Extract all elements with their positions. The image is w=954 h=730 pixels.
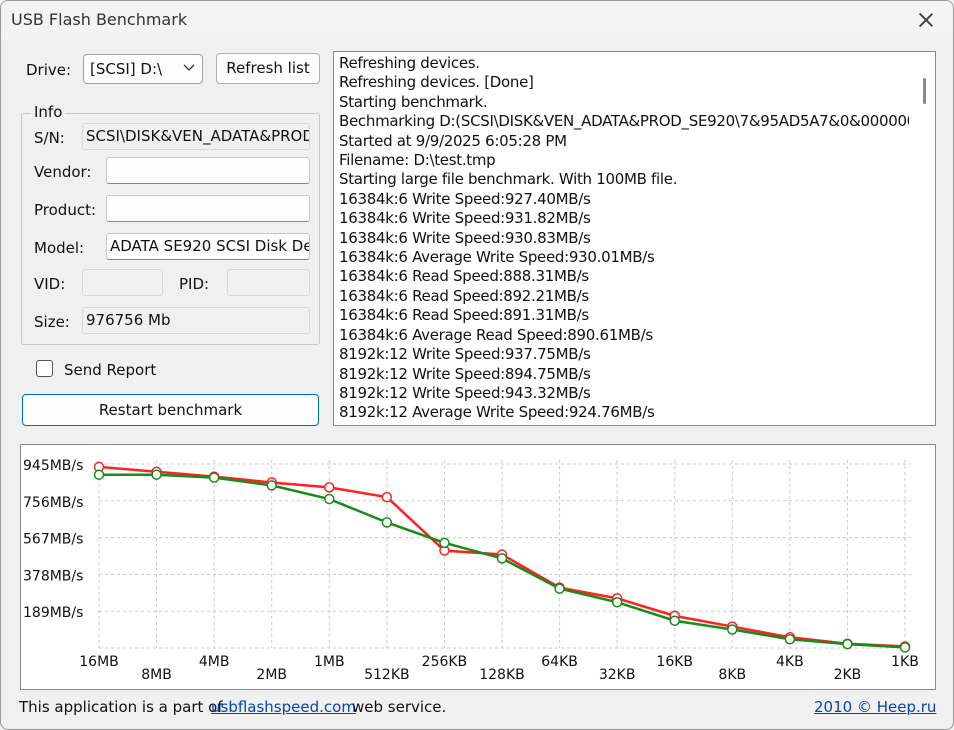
log-line: Bechmarking D:(SCSI\DISK&VEN_ADATA&PROD_…: [339, 112, 909, 131]
data-point: [324, 482, 335, 493]
log-line: 16384k:6 Average Read Speed:890.61MB/s: [339, 325, 653, 344]
send-report-label: Send Report: [64, 361, 157, 379]
sn-label: S/N:: [34, 129, 65, 147]
pid-label: PID:: [179, 275, 210, 293]
log-line: Starting large file benchmark. With 100M…: [339, 170, 678, 189]
vid-field[interactable]: [82, 269, 163, 296]
y-tick-label: 567MB/s: [23, 532, 83, 548]
app-window: USB Flash Benchmark Drive: [SCSI] D:\ Re…: [0, 0, 954, 730]
close-icon[interactable]: [913, 7, 939, 33]
log-scrollbar[interactable]: [913, 52, 935, 425]
speed-chart: 945MB/s 756MB/s 567MB/s 378MB/s 189MB/s 16MB 8…: [20, 444, 936, 690]
sn-value: SCSI\DISK&VEN_ADATA&PROD_SE920\7&95AD5A7…: [86, 127, 310, 145]
drive-select-value: [SCSI] D:\: [90, 60, 163, 78]
x-tick-label: 4KB: [776, 654, 804, 670]
drive-label: Drive:: [26, 61, 72, 79]
usbflashspeed-link[interactable]: usbflashspeed.com: [211, 698, 356, 716]
x-tick-label: 32KB: [599, 667, 636, 683]
vendor-label: Vendor:: [34, 163, 92, 181]
y-tick-label: 945MB/s: [23, 458, 83, 474]
data-point: [899, 642, 911, 653]
chevron-down-icon: [183, 64, 195, 71]
data-point: [496, 553, 508, 564]
x-tick-label: 8KB: [718, 667, 746, 683]
data-point: [266, 480, 277, 491]
size-label: Size:: [34, 313, 70, 331]
size-value: 976756 Mb: [86, 311, 171, 329]
data-point: [93, 469, 105, 480]
log-line: 16384k:6 Read Speed:891.31MB/s: [339, 306, 589, 325]
log-line: 16384k:6 Average Write Speed:930.01MB/s: [339, 248, 655, 267]
x-tick-label: 16KB: [656, 654, 693, 670]
log-lines: Refreshing devices. Refreshing devices. […: [339, 54, 909, 423]
x-tick-label: 512KB: [364, 667, 410, 683]
log-line: 16384k:6 Read Speed:888.31MB/s: [339, 267, 589, 286]
log-line: Refreshing devices.: [339, 54, 480, 72]
info-group-title: Info: [31, 103, 66, 121]
data-point: [381, 517, 393, 528]
speed-chart-svg: 945MB/s 756MB/s 567MB/s 378MB/s 189MB/s 16MB 8…: [23, 458, 919, 683]
data-point: [611, 596, 623, 608]
sn-field[interactable]: SCSI\DISK&VEN_ADATA&PROD_SE920\7&95AD5A7…: [82, 123, 310, 150]
model-field[interactable]: ADATA SE920 SCSI Disk Device: [106, 233, 310, 260]
x-tick-label: 4MB: [199, 654, 230, 670]
data-point: [727, 624, 738, 635]
x-tick-label: 2KB: [834, 667, 862, 683]
x-tick-label: 256KB: [422, 654, 468, 670]
product-label: Product:: [34, 201, 97, 219]
x-tick-label: 64KB: [541, 654, 578, 670]
x-tick-label: 1KB: [891, 654, 919, 670]
data-point: [151, 469, 162, 480]
y-tick-label: 756MB/s: [23, 495, 83, 511]
data-point: [554, 583, 565, 594]
log-box[interactable]: Refreshing devices. Refreshing devices. […: [333, 51, 936, 426]
log-line: 8192k:12 Write Speed:894.75MB/s: [339, 364, 591, 383]
log-line: Refreshing devices. [Done]: [339, 73, 534, 92]
heep-link[interactable]: 2010 © Heep.ru: [814, 698, 936, 716]
model-label: Model:: [34, 239, 85, 257]
y-tick-label: 189MB/s: [23, 605, 83, 621]
log-line: Started at 9/9/2025 6:05:28 PM: [339, 131, 567, 150]
x-tick-label: 128KB: [479, 667, 525, 683]
log-line: 16384k:6 Write Speed:930.83MB/s: [339, 228, 591, 247]
vid-label: VID:: [34, 275, 66, 293]
log-line: Starting benchmark.: [339, 92, 488, 111]
window-title: USB Flash Benchmark: [11, 10, 188, 29]
log-line: Filename: D:\test.tmp: [339, 151, 496, 170]
vendor-field[interactable]: [106, 157, 310, 184]
log-line: 8192k:12 Average Write Speed:924.76MB/s: [339, 403, 655, 422]
send-report-checkbox[interactable]: [36, 360, 53, 377]
title-bar: USB Flash Benchmark: [1, 1, 953, 39]
footer-prefix: This application is a part of: [19, 698, 223, 716]
pid-field[interactable]: [227, 269, 310, 296]
x-tick-label: 1MB: [314, 654, 345, 670]
data-point: [784, 633, 796, 645]
x-tick-label: 8MB: [141, 667, 172, 683]
log-line: 8192k:12 Write Speed:943.32MB/s: [339, 383, 591, 402]
log-line: 8192k:12 Write Speed:937.75MB/s: [339, 345, 591, 364]
model-value: ADATA SE920 SCSI Disk Device: [110, 237, 309, 255]
size-field[interactable]: 976756 Mb: [82, 307, 310, 334]
product-field[interactable]: [106, 195, 310, 222]
x-tick-label: 2MB: [256, 667, 287, 683]
restart-benchmark-button[interactable]: Restart benchmark: [22, 394, 319, 426]
footer-suffix: web service.: [352, 698, 447, 716]
x-tick-label: 16MB: [79, 654, 119, 670]
log-line: 16384k:6 Write Speed:931.82MB/s: [339, 209, 591, 228]
log-line: 16384k:6 Read Speed:892.21MB/s: [339, 286, 589, 305]
log-line: 16384k:6 Write Speed:927.40MB/s: [339, 189, 591, 208]
data-point: [324, 493, 335, 505]
data-point: [208, 472, 220, 483]
scrollbar-thumb[interactable]: [923, 78, 926, 104]
data-point: [669, 615, 680, 626]
refresh-list-button[interactable]: Refresh list: [216, 53, 320, 84]
data-point: [381, 491, 393, 503]
data-point: [842, 638, 853, 650]
drive-select[interactable]: [SCSI] D:\: [83, 54, 203, 84]
data-point: [439, 537, 450, 549]
y-tick-label: 378MB/s: [23, 568, 83, 584]
